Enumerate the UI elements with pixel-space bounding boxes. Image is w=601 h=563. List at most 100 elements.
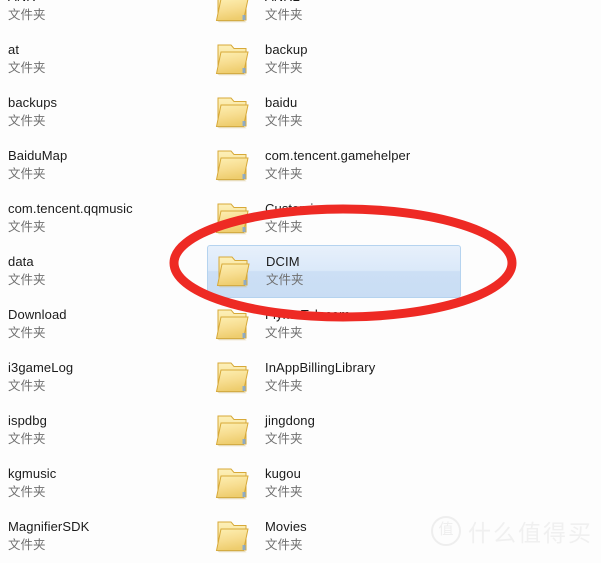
file-row[interactable]: InAppBillingLibrary 文件夹 <box>207 351 461 404</box>
file-name: FlymeTelecom <box>265 307 350 323</box>
file-name: jingdong <box>265 413 315 429</box>
watermark-text: 什么值得买 <box>468 521 593 547</box>
folder-icon <box>213 199 257 239</box>
file-type: 文件夹 <box>8 432 46 447</box>
file-row[interactable]: at 文件夹 <box>0 33 204 86</box>
file-column-left: ANR文件夹at文件夹backups文件夹BaiduMap文件夹com.tenc… <box>0 0 204 563</box>
file-name: ANR2 <box>265 0 461 5</box>
file-name: Customize <box>265 201 328 217</box>
file-labels: Download 文件夹 <box>8 307 204 341</box>
file-row[interactable]: jingdong 文件夹 <box>207 404 461 457</box>
folder-icon <box>213 411 257 451</box>
folder-icon <box>213 93 257 133</box>
file-row[interactable]: ANR2 文件夹 <box>207 0 461 33</box>
file-name: backups <box>8 95 58 111</box>
file-type: 文件夹 <box>8 485 46 500</box>
file-labels: baidu 文件夹 <box>265 95 461 129</box>
file-row[interactable]: backup 文件夹 <box>207 33 461 86</box>
file-type: 文件夹 <box>265 432 303 447</box>
file-name: Movies <box>265 519 307 535</box>
folder-icon <box>213 517 257 557</box>
file-labels: Movies 文件夹 <box>265 519 461 553</box>
file-labels: backup 文件夹 <box>265 42 461 76</box>
file-labels: kugou 文件夹 <box>265 466 461 500</box>
file-row[interactable]: FlymeTelecom 文件夹 <box>207 298 461 351</box>
file-row[interactable]: kgmusic 文件夹 <box>0 457 204 510</box>
file-type: 文件夹 <box>266 273 304 288</box>
file-labels: i3gameLog 文件夹 <box>8 360 204 394</box>
folder-icon <box>213 146 257 186</box>
file-row[interactable]: data 文件夹 <box>0 245 204 298</box>
file-name: kugou <box>265 466 301 482</box>
file-row[interactable]: BaiduMap 文件夹 <box>0 139 204 192</box>
file-row[interactable]: Download 文件夹 <box>0 298 204 351</box>
file-row[interactable]: Movies 文件夹 <box>207 510 461 563</box>
folder-icon <box>213 40 257 80</box>
file-row[interactable]: Customize 文件夹 <box>207 192 461 245</box>
file-labels: jingdong 文件夹 <box>265 413 461 447</box>
file-labels: Customize 文件夹 <box>265 201 461 235</box>
folder-icon <box>213 305 257 345</box>
file-name: i3gameLog <box>8 360 74 376</box>
file-name: com.tencent.gamehelper <box>265 148 411 164</box>
file-type: 文件夹 <box>265 326 303 341</box>
file-labels: ispdbg 文件夹 <box>8 413 204 447</box>
file-name: Download <box>8 307 67 323</box>
file-type: 文件夹 <box>8 379 46 394</box>
file-labels: DCIM 文件夹 <box>266 254 460 288</box>
file-row[interactable]: baidu 文件夹 <box>207 86 461 139</box>
file-type: 文件夹 <box>265 61 303 76</box>
file-row[interactable]: kugou 文件夹 <box>207 457 461 510</box>
file-labels: BaiduMap 文件夹 <box>8 148 204 182</box>
file-type: 文件夹 <box>265 167 303 182</box>
file-labels: com.tencent.gamehelper 文件夹 <box>265 148 461 182</box>
file-name: InAppBillingLibrary <box>265 360 376 376</box>
file-labels: FlymeTelecom 文件夹 <box>265 307 461 341</box>
folder-icon <box>213 464 257 504</box>
file-name: BaiduMap <box>8 148 68 164</box>
file-row[interactable]: backups 文件夹 <box>0 86 204 139</box>
folder-icon <box>213 0 257 27</box>
file-type: 文件夹 <box>8 220 46 235</box>
file-labels: at 文件夹 <box>8 42 204 76</box>
folder-icon <box>213 358 257 398</box>
file-type: 文件夹 <box>265 538 303 553</box>
file-list-pane[interactable]: ANR文件夹at文件夹backups文件夹BaiduMap文件夹com.tenc… <box>0 0 601 556</box>
file-type: 文件夹 <box>8 167 46 182</box>
file-labels: kgmusic 文件夹 <box>8 466 204 500</box>
file-labels: MagnifierSDK 文件夹 <box>8 519 204 553</box>
file-labels: data 文件夹 <box>8 254 204 288</box>
file-name: ispdbg <box>8 413 47 429</box>
file-labels: ANR2 文件夹 <box>265 0 461 23</box>
file-name: data <box>8 254 34 270</box>
file-name: baidu <box>265 95 298 111</box>
file-row[interactable]: MagnifierSDK 文件夹 <box>0 510 204 563</box>
file-type: 文件夹 <box>8 114 46 129</box>
file-type: 文件夹 <box>8 326 46 341</box>
file-type: 文件夹 <box>265 114 303 129</box>
file-type: 文件夹 <box>265 220 303 235</box>
file-labels: InAppBillingLibrary 文件夹 <box>265 360 461 394</box>
file-row[interactable]: com.tencent.gamehelper 文件夹 <box>207 139 461 192</box>
file-row[interactable]: com.tencent.qqmusic 文件夹 <box>0 192 204 245</box>
file-row[interactable]: i3gameLog 文件夹 <box>0 351 204 404</box>
file-type: 文件夹 <box>265 379 303 394</box>
file-type: 文件夹 <box>8 538 46 553</box>
file-labels: com.tencent.qqmusic 文件夹 <box>8 201 204 235</box>
folder-icon <box>214 252 258 292</box>
file-type: 文件夹 <box>8 8 46 23</box>
file-row[interactable]: ispdbg 文件夹 <box>0 404 204 457</box>
file-type: 文件夹 <box>8 61 46 76</box>
file-row[interactable]: ANR 文件夹 <box>0 0 204 33</box>
file-column-right: ANR2文件夹backup文件夹baidu文件夹com.tencent.game… <box>207 0 461 563</box>
file-type: 文件夹 <box>265 8 303 23</box>
file-row-selected[interactable]: DCIM 文件夹 <box>207 245 461 298</box>
file-name: backup <box>265 42 308 58</box>
file-labels: ANR 文件夹 <box>8 0 204 23</box>
file-name: com.tencent.qqmusic <box>8 201 133 217</box>
file-type: 文件夹 <box>8 273 46 288</box>
file-name: MagnifierSDK <box>8 519 90 535</box>
file-name: kgmusic <box>8 466 57 482</box>
file-name: ANR <box>8 0 204 5</box>
file-type: 文件夹 <box>265 485 303 500</box>
